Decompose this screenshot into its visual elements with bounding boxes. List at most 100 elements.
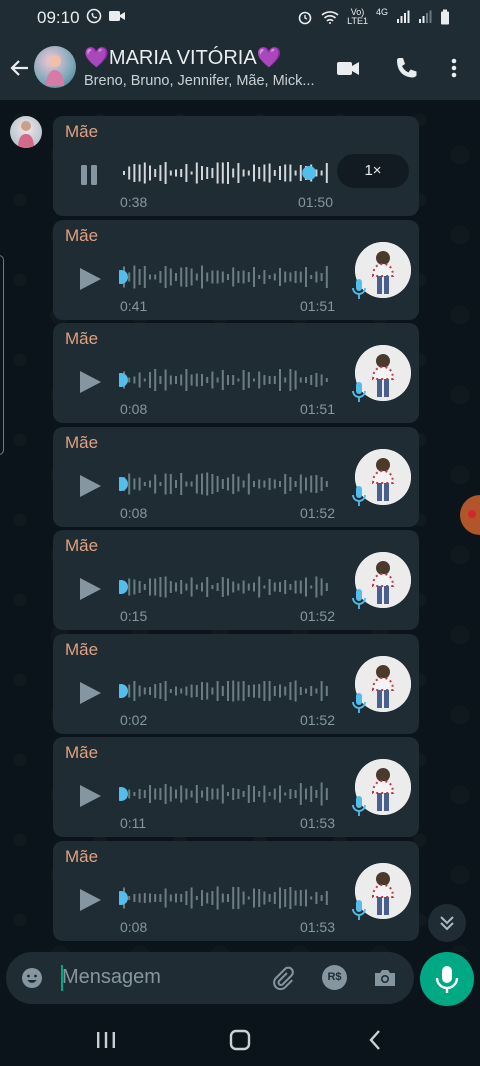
voice-message-bubble[interactable]: Mãe 0:08 01:53 [53,841,419,941]
sender-name[interactable]: Mãe [65,640,98,660]
playback-position-handle[interactable] [119,580,128,594]
waveform-bar [232,887,235,909]
voice-message-bubble[interactable]: Mãe 0:08 01:51 [53,323,419,423]
voice-message-bubble[interactable]: Mãe 0:38 01:50 1× [53,116,419,216]
audio-waveform[interactable] [119,469,333,499]
playback-speed-button[interactable]: 1× [337,154,409,188]
waveform-bar [185,686,188,696]
waveform-bar [294,481,297,487]
waveform-bar [305,577,307,597]
waveform-bar [138,685,141,697]
recent-apps-icon[interactable] [94,1030,118,1050]
chat-area[interactable]: Mãe 0:38 01:50 1× Mãe 0:41 01:51 Mãe 0:08 01:51 Mã… [0,100,480,952]
play-icon[interactable] [77,783,103,809]
audio-waveform[interactable] [119,676,333,706]
playback-position-handle[interactable] [302,166,317,180]
audio-waveform[interactable] [119,365,333,395]
audio-waveform[interactable] [119,779,333,809]
audio-waveform[interactable] [119,572,333,602]
waveform-bar [310,375,313,385]
waveform-bar [201,166,203,180]
waveform-bar [201,374,203,386]
sender-name[interactable]: Mãe [65,847,98,867]
waveform-bar [185,369,188,391]
waveform-bar [289,682,292,700]
waveform-bar [258,576,261,598]
waveform-bar [180,785,183,803]
waveform-bar [133,265,136,289]
playback-position-handle[interactable] [119,891,128,905]
record-voice-button[interactable] [420,952,474,1006]
play-icon[interactable] [77,473,103,499]
play-icon[interactable] [77,576,103,602]
waveform-bar [175,273,177,281]
waveform-bar [315,688,318,694]
play-icon[interactable] [77,887,103,913]
camera-icon[interactable] [372,965,398,991]
sender-name[interactable]: Mãe [65,536,98,556]
back-arrow-icon[interactable] [8,56,32,80]
waveform-bar [201,682,203,700]
waveform-bar [247,473,250,495]
waveform-bar [242,681,245,701]
video-notification-icon [109,11,125,21]
double-chevron-down-icon [440,916,454,931]
message-input[interactable]: Mensagem [62,966,161,989]
voice-message-bubble[interactable]: Mãe 0:08 01:52 [53,427,419,527]
more-options-icon[interactable] [440,54,468,82]
audio-waveform[interactable] [119,262,333,292]
group-members[interactable]: Breno, Bruno, Jennifer, Mãe, Mick... [84,73,315,89]
play-icon[interactable] [77,680,103,706]
waveform-bar [143,162,146,184]
voice-call-icon[interactable] [392,54,420,82]
playback-position-handle[interactable] [119,787,128,801]
sender-name[interactable]: Mãe [65,329,98,349]
sender-name[interactable]: Mãe [65,743,98,763]
status-time: 09:10 [37,8,80,27]
message-timestamp: 01:53 [299,919,335,935]
voice-message-bubble[interactable]: Mãe 0:11 01:53 [53,737,419,837]
group-title[interactable]: 💜MARIA VITÓRIA💜 [84,45,282,70]
audio-waveform[interactable] [119,158,333,188]
group-avatar[interactable] [34,46,76,88]
side-edge-handle[interactable] [0,255,4,455]
playback-position-handle[interactable] [119,477,128,491]
voice-message-bubble[interactable]: Mãe 0:02 01:52 [53,634,419,734]
waveform-bar [279,268,281,286]
playback-position-handle[interactable] [119,373,128,387]
audio-waveform[interactable] [119,883,333,913]
waveform-bar [289,477,292,491]
message-timestamp: 01:52 [299,505,335,521]
waveform-bar [258,889,261,907]
voice-duration: 0:11 [120,815,147,831]
waveform-bar [133,478,136,490]
home-icon[interactable] [228,1028,252,1052]
voice-message-bubble[interactable]: Mãe 0:41 01:51 [53,220,419,320]
payment-button[interactable]: R$ [322,965,347,990]
scroll-to-bottom-button[interactable] [428,904,466,942]
waveform-bar [320,578,323,596]
waveform-bar [159,894,162,902]
waveform-bar [149,372,151,388]
play-icon[interactable] [77,266,103,292]
playback-position-handle[interactable] [119,270,128,284]
video-call-icon[interactable] [334,54,362,82]
pause-icon[interactable] [77,162,103,188]
attach-icon[interactable] [270,965,296,991]
floating-bubble[interactable] [460,495,480,535]
sender-name[interactable]: Mãe [65,433,98,453]
playback-position-handle[interactable] [119,684,128,698]
sender-name[interactable]: Mãe [65,122,98,142]
waveform-bar [320,374,323,386]
waveform-bar [159,376,162,384]
voice-message-bubble[interactable]: Mãe 0:15 01:52 [53,530,419,630]
emoji-icon[interactable] [20,966,44,990]
sender-avatar[interactable] [10,116,42,148]
waveform-bar [325,266,328,288]
waveform-bar [128,473,131,495]
waveform-bar [242,169,245,177]
waveform-bar [169,170,172,176]
nav-back-icon[interactable] [364,1028,388,1052]
play-icon[interactable] [77,369,103,395]
sender-name[interactable]: Mãe [65,226,98,246]
